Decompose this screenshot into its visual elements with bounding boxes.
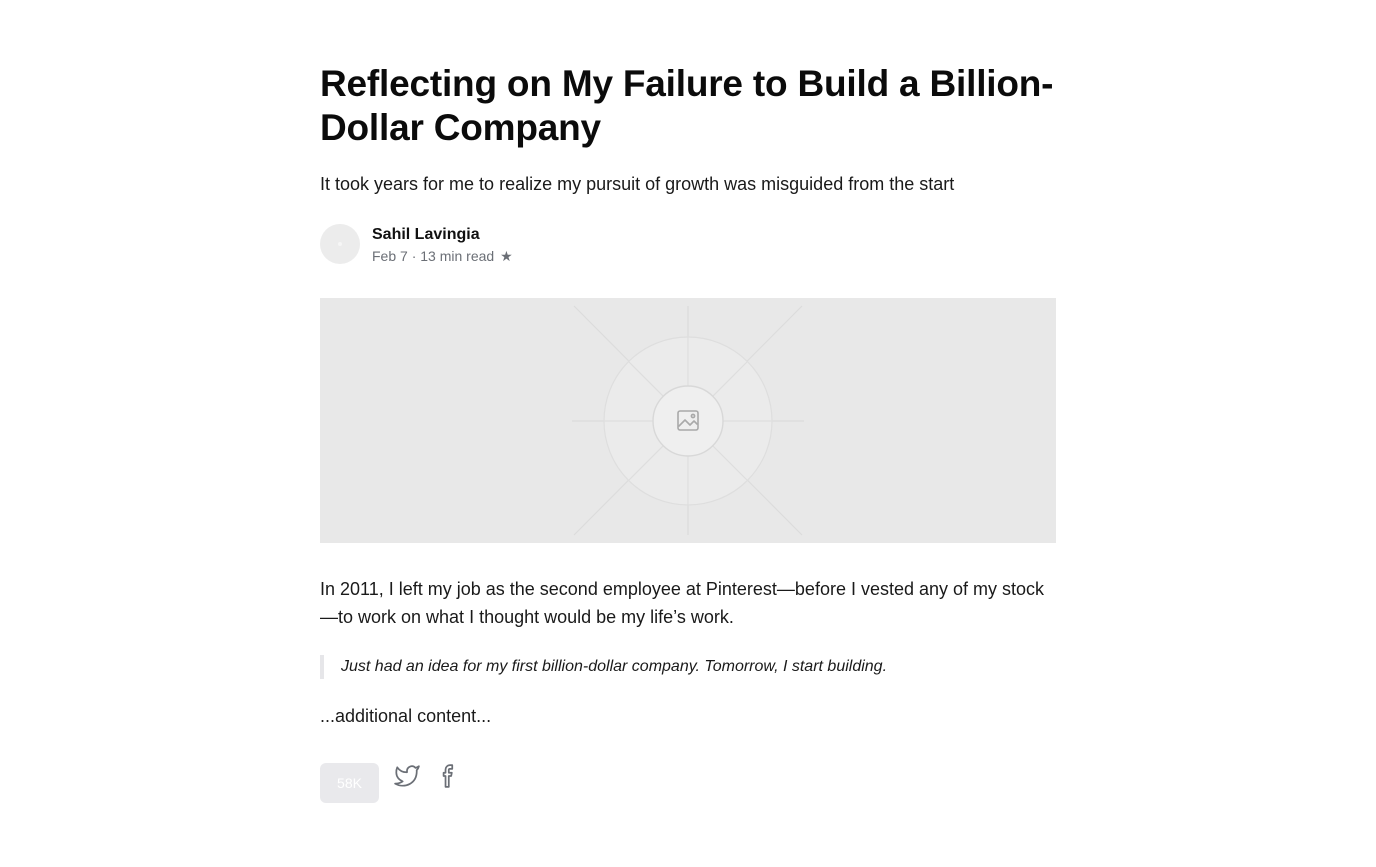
facebook-icon[interactable]: [436, 763, 462, 789]
article-subtitle: It took years for me to realize my pursu…: [320, 174, 955, 194]
article-body-paragraph: In 2011, I left my job as the second emp…: [320, 579, 1045, 627]
star-icon: ★: [500, 248, 513, 264]
author-byline: Sahil Lavingia Feb 7 · 13 min read ★: [320, 224, 720, 264]
publish-date-read-time: Feb 7 · 13 min read: [372, 248, 495, 264]
avatar[interactable]: [320, 224, 360, 264]
twitter-icon[interactable]: [394, 763, 420, 789]
hero-image-placeholder: [320, 298, 1056, 543]
hero-image: [320, 298, 1056, 543]
clap-button[interactable]: 58K: [320, 763, 379, 803]
additional-content: ...additional content...: [320, 706, 492, 726]
article-title: Reflecting on My Failure to Build a Bill…: [320, 63, 1054, 148]
article-actions: 58K: [320, 763, 520, 803]
author-name[interactable]: Sahil Lavingia: [372, 225, 480, 245]
pull-quote: Just had an idea for my first billion-do…: [320, 655, 1056, 679]
author-meta: Feb 7 · 13 min read ★: [372, 247, 513, 265]
avatar-placeholder-dot: [338, 242, 342, 246]
